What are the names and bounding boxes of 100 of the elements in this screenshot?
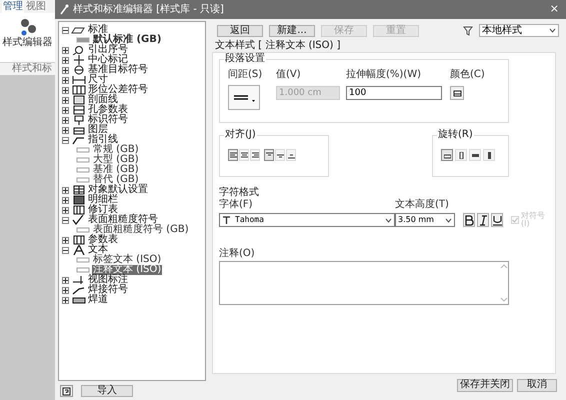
tree-item[interactable]: 默认标准 (GB) <box>92 35 162 45</box>
import-button[interactable]: 导入 <box>81 385 133 397</box>
category-icon <box>71 205 86 215</box>
bold-button[interactable] <box>463 213 475 227</box>
expand-toggle[interactable] <box>62 96 69 104</box>
tree-item[interactable]: 指引线 <box>88 135 118 145</box>
tree-item[interactable]: 引出序号 <box>88 45 128 55</box>
tree-item[interactable]: 标签文本 (ISO) <box>92 255 162 265</box>
minus-icon <box>63 218 68 222</box>
category-icon <box>71 45 86 55</box>
tree-item[interactable]: 大型 (GB) <box>92 155 140 165</box>
tree-item[interactable]: 焊接符号 <box>88 285 128 295</box>
tree-item[interactable]: 文本 <box>88 245 108 255</box>
expand-toggle[interactable] <box>62 286 69 294</box>
tree-item[interactable]: 剖面线 <box>88 95 118 105</box>
cancel-button[interactable]: 取消 <box>517 378 557 392</box>
expand-toggle[interactable] <box>62 136 69 144</box>
expand-toggle[interactable] <box>62 26 69 34</box>
expand-toggle[interactable] <box>62 126 69 134</box>
expand-toggle[interactable] <box>62 116 69 124</box>
toolbar-button[interactable]: 返回 <box>217 24 263 36</box>
plus-icon <box>63 88 68 92</box>
expand-toggle[interactable] <box>62 216 69 224</box>
ribbon-tab[interactable]: 视图 <box>25 0 47 13</box>
tree-item[interactable]: 标准 <box>88 25 108 35</box>
italic-button[interactable] <box>477 213 489 227</box>
expand-toggle[interactable] <box>62 296 69 304</box>
help-icon <box>62 386 71 396</box>
plus-icon <box>63 68 68 72</box>
plus-icon <box>63 238 68 242</box>
toolbar-button[interactable]: 新建... <box>269 24 315 36</box>
expand-toggle[interactable] <box>62 106 69 114</box>
rotation-button[interactable] <box>441 149 453 161</box>
expand-toggle[interactable] <box>62 46 69 54</box>
field-label: 间距(S) <box>228 69 264 82</box>
comment-field[interactable] <box>219 261 509 305</box>
close-button[interactable]: × <box>546 1 562 18</box>
category-icon <box>71 75 86 85</box>
tree-item[interactable]: 对象默认设置 <box>88 185 148 195</box>
tree-item[interactable]: 明细栏 <box>88 195 118 205</box>
tree-item[interactable]: 焊道 <box>88 295 108 305</box>
expand-toggle[interactable] <box>62 196 69 204</box>
checkbox-label: 对符号(I) <box>521 212 546 228</box>
help-button[interactable] <box>60 385 73 397</box>
toolbar-button: 重置 <box>373 24 419 36</box>
tree-item[interactable]: 标识符号 <box>88 115 128 125</box>
align-button[interactable] <box>228 149 238 161</box>
style-icon <box>76 155 90 165</box>
tree-item[interactable]: 常规 (GB) <box>92 145 140 155</box>
style-heading: 文本样式 [ 注释文本 (ISO) ] <box>215 41 340 51</box>
plus-icon <box>63 198 68 202</box>
expand-toggle[interactable] <box>62 66 69 74</box>
ribbon-tab[interactable]: 管理 <box>2 0 24 13</box>
tree-item[interactable]: 尺寸 <box>88 75 108 85</box>
expand-toggle[interactable] <box>62 186 69 194</box>
underline-button[interactable] <box>491 213 503 227</box>
tree-item[interactable]: 基准目标符号 <box>88 65 148 75</box>
tree-item[interactable]: 孔参数表 <box>88 105 128 115</box>
category-icon <box>71 235 86 245</box>
height-dropdown[interactable]: 3.50 mm <box>395 213 455 227</box>
align-button[interactable] <box>264 149 274 161</box>
spacing-button[interactable] <box>228 85 260 110</box>
filter-dropdown[interactable]: 本地样式 <box>479 24 559 37</box>
style-icon <box>76 225 90 235</box>
expand-toggle[interactable] <box>62 86 69 94</box>
expand-toggle[interactable] <box>62 56 69 64</box>
bold-icon <box>464 214 474 226</box>
plus-icon <box>63 298 68 302</box>
category-icon <box>71 55 86 65</box>
expand-toggle[interactable] <box>62 206 69 214</box>
expand-toggle[interactable] <box>62 76 69 84</box>
tree-item[interactable]: 修订表 <box>88 205 118 215</box>
font-dropdown[interactable]: Tahoma <box>219 213 395 227</box>
expand-toggle[interactable] <box>62 236 69 244</box>
category-icon <box>71 285 86 295</box>
style-icon <box>76 255 90 265</box>
group-title: 旋转(R) <box>437 130 474 140</box>
font-icon <box>222 216 231 224</box>
stretch-field[interactable]: 100 <box>346 86 442 100</box>
align-icon <box>240 152 248 158</box>
check-icon <box>512 217 518 223</box>
tree-item[interactable]: 表面粗糙度符号 <box>88 215 158 225</box>
expand-toggle[interactable] <box>62 276 69 284</box>
tree-item[interactable]: 替代 (GB) <box>92 175 140 185</box>
tree-item[interactable]: 表面粗糙度符号 (GB) <box>92 225 190 235</box>
save-close-button[interactable]: 保存并关闭 <box>457 378 513 392</box>
category-icon <box>71 125 86 135</box>
field-label: 注释(O) <box>219 248 256 260</box>
underline-icon <box>492 214 502 226</box>
tree-item[interactable]: 形位公差符号 <box>88 85 148 95</box>
expand-toggle[interactable] <box>62 246 69 254</box>
tree-item[interactable]: 图层 <box>88 125 108 135</box>
tree-item[interactable]: 中心标记 <box>88 55 128 65</box>
group-title: 段落设置 <box>224 54 266 64</box>
style-icon <box>76 145 90 155</box>
style-icon <box>76 175 90 185</box>
tree-item[interactable]: 参数表 <box>88 235 118 245</box>
tree-item[interactable]: 视图标注 <box>88 275 128 285</box>
color-button[interactable] <box>450 86 464 100</box>
tree-item[interactable]: 基准 (GB) <box>92 165 140 175</box>
